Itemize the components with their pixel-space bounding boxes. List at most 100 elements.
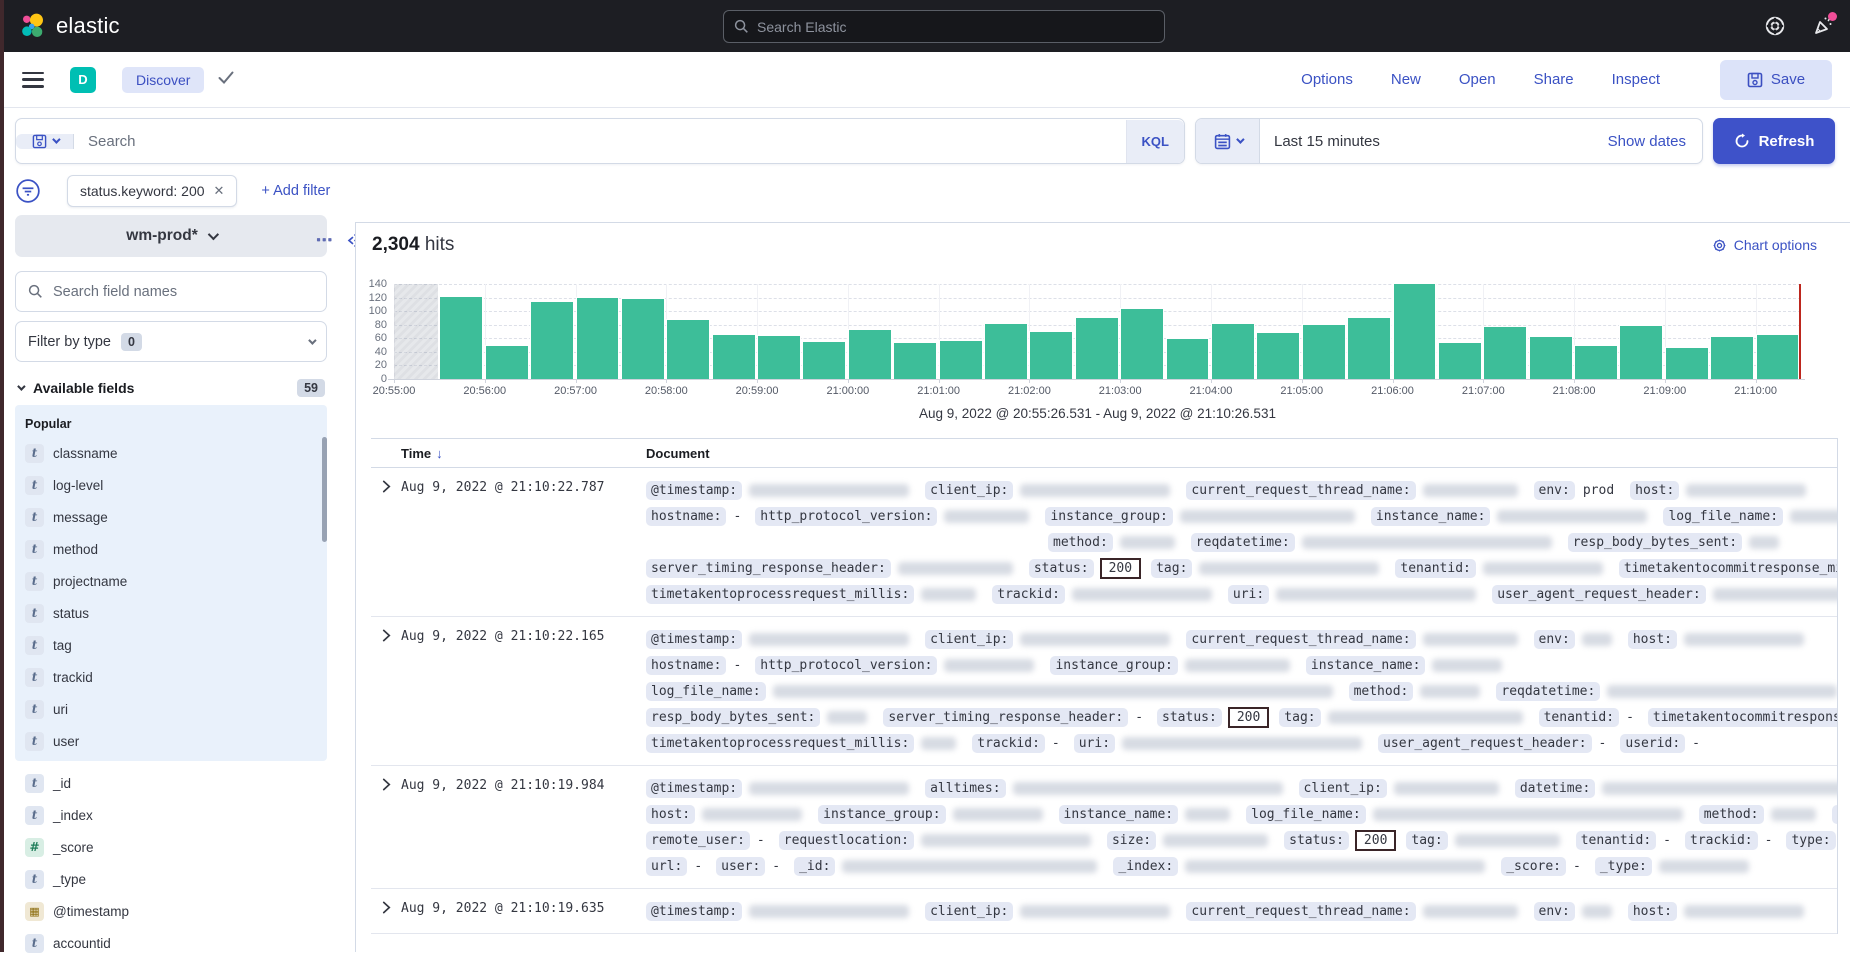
histogram-bar[interactable] [1393,283,1437,379]
time-column-header[interactable]: Time ↓ [401,446,631,461]
global-search-input[interactable]: Search Elastic [723,10,1165,43]
histogram-bar[interactable] [1574,345,1618,379]
elastic-logo[interactable]: elastic [20,13,120,39]
histogram-bar[interactable] [848,329,892,379]
sidebar-field-message[interactable]: tmessage [23,501,319,533]
inspect-link[interactable]: Inspect [1612,71,1660,88]
field-search-input[interactable]: Search field names [15,271,327,312]
field-value: - [757,833,765,848]
histogram-bar[interactable] [1756,334,1800,379]
sidebar-field-trackid[interactable]: ttrackid [23,661,319,693]
field-name-pill: tenantid: [1395,559,1475,578]
chart-options-label: Chart options [1734,237,1817,253]
show-dates-button[interactable]: Show dates [1608,133,1686,150]
active-filter-chip[interactable]: status.keyword: 200 ✕ [67,175,237,207]
histogram-bar[interactable] [939,340,983,379]
redacted-field-value [1582,905,1612,918]
drag-dots-icon[interactable] [316,234,333,248]
histogram-bar[interactable] [1347,317,1391,379]
sidebar-field-projectname[interactable]: tprojectname [23,565,319,597]
sidebar-field-_index[interactable]: t_index [23,799,319,831]
meta-fields-section: t_idt_index#_scoret_type▦@timestamptacco… [15,761,327,965]
text-field-icon: t [25,732,44,751]
field-name-pill: user: [716,857,765,876]
menu-icon[interactable] [22,72,44,88]
field-name: trackid [53,670,93,685]
histogram-bar[interactable] [1438,342,1482,379]
add-filter-button[interactable]: + Add filter [261,183,330,199]
redacted-field-value [1373,808,1683,821]
histogram-bar[interactable] [1256,332,1300,379]
field-name-pill: status: [1284,831,1349,850]
histogram-bar[interactable] [1029,331,1073,379]
query-language-badge[interactable]: KQL [1126,120,1184,163]
histogram-bar[interactable] [1483,326,1527,379]
hits-histogram[interactable]: 14012010080604020020:55:0020:56:0020:57:… [394,284,1801,379]
histogram-bar[interactable] [1710,336,1754,379]
histogram-bar[interactable] [1075,317,1119,379]
histogram-bar[interactable] [984,323,1028,379]
histogram-bar[interactable] [1529,336,1573,379]
expand-row-icon[interactable] [371,477,401,607]
sidebar-field-uri[interactable]: turi [23,693,319,725]
histogram-bar[interactable] [802,341,846,379]
sidebar-field-user[interactable]: tuser [23,725,319,757]
histogram-bar[interactable] [1211,323,1255,379]
expand-row-icon[interactable] [371,898,401,924]
histogram-bar[interactable] [1665,347,1709,379]
help-icon[interactable] [1764,15,1786,37]
sidebar-scrollbar[interactable] [322,437,327,542]
sidebar-field-_type[interactable]: t_type [23,863,319,895]
field-name-pill: env: [1534,902,1575,921]
histogram-bar[interactable] [1120,308,1164,379]
discover-app-badge[interactable]: D [70,67,96,93]
x-axis-tick-label: 20:56:00 [463,385,506,397]
sidebar-field-tag[interactable]: ttag [23,629,319,661]
new-link[interactable]: New [1391,71,1421,88]
chart-options-button[interactable]: Chart options [1712,237,1817,253]
histogram-bar[interactable] [1619,325,1663,379]
saved-state-check-icon[interactable] [218,71,234,89]
filter-icon[interactable] [15,178,41,204]
histogram-bar[interactable] [485,345,529,379]
sidebar-field-_score[interactable]: #_score [23,831,319,863]
histogram-bar[interactable] [893,342,937,379]
open-link[interactable]: Open [1459,71,1496,88]
histogram-bar[interactable] [1302,324,1346,379]
histogram-bar[interactable] [576,297,620,379]
histogram-bar[interactable] [757,335,801,379]
sidebar-field-classname[interactable]: tclassname [23,437,319,469]
share-link[interactable]: Share [1534,71,1574,88]
sidebar-field-accountid[interactable]: taccountid [23,927,319,959]
save-button[interactable]: Save [1720,60,1832,100]
breadcrumb-discover[interactable]: Discover [122,67,204,93]
histogram-bar[interactable] [1166,338,1210,379]
calendar-menu-button[interactable] [1196,119,1260,163]
field-value: - [1765,833,1773,848]
document-column-header[interactable]: Document [646,446,710,461]
expand-row-icon[interactable] [371,626,401,756]
sidebar-field-status[interactable]: tstatus [23,597,319,629]
saved-query-menu-button[interactable] [16,134,74,149]
histogram-bar[interactable] [712,334,756,379]
sidebar-field-_id[interactable]: t_id [23,767,319,799]
index-pattern-selector[interactable]: wm-prod* [15,215,327,257]
histogram-bar[interactable] [439,296,483,379]
refresh-button[interactable]: Refresh [1713,118,1835,164]
histogram-bar[interactable] [530,301,574,379]
histogram-bar[interactable] [621,298,665,379]
available-fields-header[interactable]: Available fields 59 [15,379,327,397]
filter-by-type-dropdown[interactable]: Filter by type 0 [15,321,327,362]
time-range-value[interactable]: Last 15 minutes [1274,133,1608,150]
sidebar-field-@timestamp[interactable]: ▦@timestamp [23,895,319,927]
time-range-picker[interactable]: Last 15 minutes Show dates [1195,118,1703,164]
redacted-field-value [1302,536,1552,549]
news-feed-icon[interactable] [1812,15,1834,37]
kql-search-input[interactable]: Search KQL [15,118,1185,164]
histogram-bar[interactable] [666,319,710,379]
sidebar-field-method[interactable]: tmethod [23,533,319,565]
remove-filter-icon[interactable]: ✕ [214,183,225,199]
expand-row-icon[interactable] [371,775,401,879]
options-link[interactable]: Options [1301,71,1353,88]
sidebar-field-log-level[interactable]: tlog-level [23,469,319,501]
